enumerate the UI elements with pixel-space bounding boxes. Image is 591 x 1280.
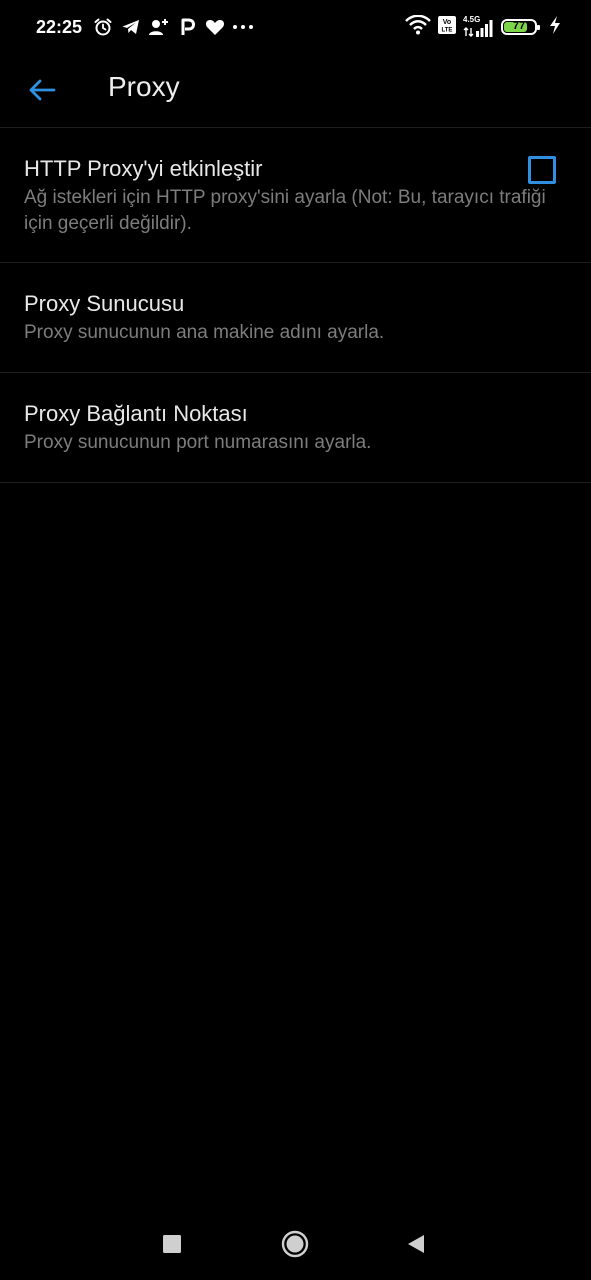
arrow-back-icon — [29, 79, 56, 101]
recents-button[interactable] — [150, 1222, 194, 1266]
setting-description: Ağ istekleri için HTTP proxy'sini ayarla… — [24, 187, 546, 234]
setting-enable-http-proxy[interactable]: HTTP Proxy'yi etkinleştir Ağ istekleri i… — [0, 128, 591, 263]
signal-icon: 4.5G — [463, 16, 495, 38]
more-notifications-icon — [232, 16, 254, 38]
battery-icon: 77 — [501, 19, 540, 35]
p-app-icon — [176, 16, 198, 38]
status-time: 22:25 — [36, 17, 83, 37]
setting-description: Proxy sunucunun port numarasını ayarla. — [24, 432, 372, 453]
settings-list: HTTP Proxy'yi etkinleştir Ağ istekleri i… — [0, 128, 591, 483]
volte-icon: Vo LTE — [437, 15, 457, 40]
setting-proxy-port[interactable]: Proxy Bağlantı Noktası Proxy sunucunun p… — [0, 373, 591, 483]
add-person-icon — [148, 16, 170, 38]
setting-title: Proxy Sunucusu — [24, 291, 185, 316]
recents-square-icon — [163, 1235, 181, 1253]
app-bar: Proxy — [0, 56, 591, 128]
setting-title: Proxy Bağlantı Noktası — [24, 401, 248, 426]
home-button[interactable] — [273, 1222, 317, 1266]
alarm-icon — [92, 16, 114, 38]
home-circle-icon — [281, 1230, 309, 1258]
charging-icon — [549, 15, 561, 40]
heart-icon — [204, 16, 226, 38]
navigation-bar — [0, 1208, 591, 1280]
system-icons: Vo LTE 4.5G 77 — [405, 14, 561, 40]
status-bar: 22:25 Vo LTE 4.5G 77 — [0, 0, 591, 56]
setting-description: Proxy sunucunun ana makine adını ayarla. — [24, 322, 385, 343]
setting-proxy-server[interactable]: Proxy Sunucusu Proxy sunucunun ana makin… — [0, 263, 591, 373]
enable-http-proxy-checkbox[interactable] — [528, 156, 556, 184]
battery-level: 77 — [512, 20, 526, 32]
svg-text:LTE: LTE — [442, 27, 453, 33]
telegram-icon — [120, 16, 142, 38]
back-button[interactable] — [20, 68, 64, 112]
nav-back-button[interactable] — [394, 1222, 438, 1266]
page-title: Proxy — [108, 71, 180, 102]
svg-text:Vo: Vo — [443, 19, 451, 26]
back-triangle-icon — [408, 1235, 424, 1253]
wifi-icon — [405, 14, 431, 40]
notification-icons — [92, 14, 254, 40]
setting-title: HTTP Proxy'yi etkinleştir — [24, 156, 263, 181]
